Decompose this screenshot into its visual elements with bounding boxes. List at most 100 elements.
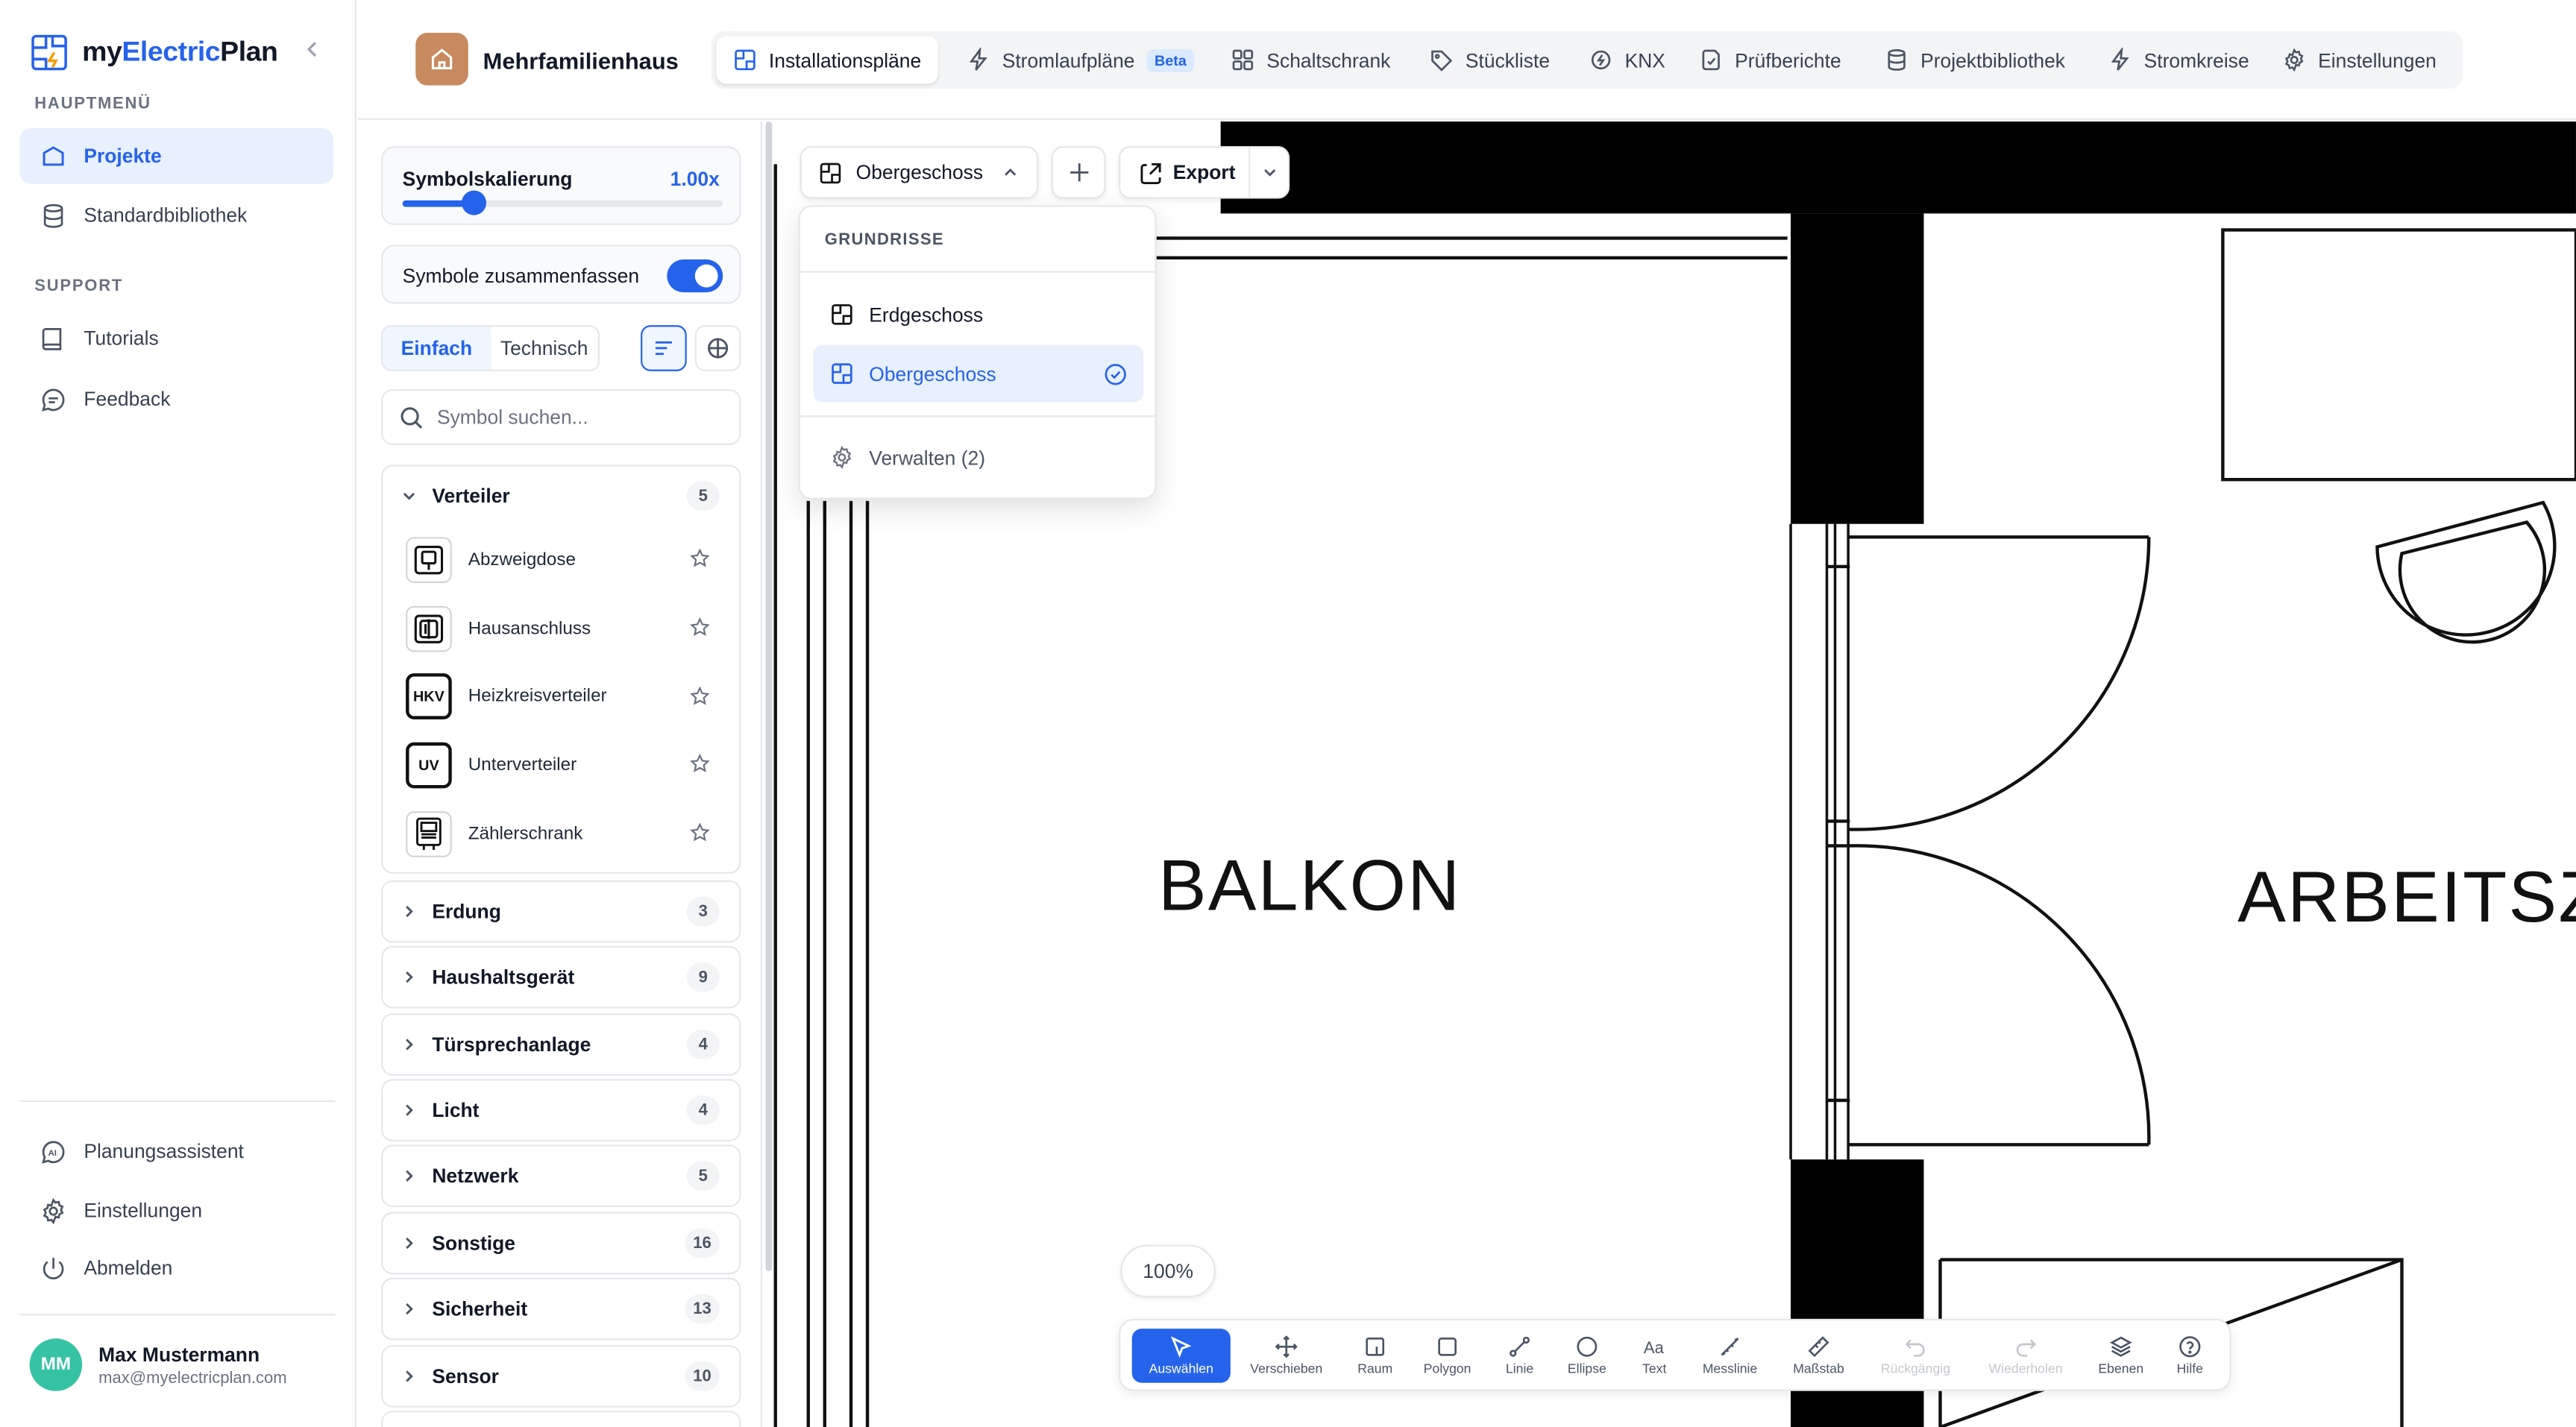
tab-stromkreise[interactable]: Stromkreise [2091, 36, 2266, 84]
tool-measure-line[interactable]: Messlinie [1694, 1329, 1766, 1383]
hkv-symbol: HKV [406, 674, 452, 720]
star-icon[interactable] [690, 548, 710, 568]
search-input[interactable] [436, 406, 717, 429]
group-count: 5 [686, 1161, 720, 1191]
tab-stueckliste[interactable]: Stückliste [1413, 36, 1566, 84]
group-licht[interactable]: Licht 4 [381, 1079, 741, 1141]
symbol-item-heizkreisverteiler[interactable]: HKV Heizkreisverteiler [383, 663, 739, 731]
tab-pruefberichte[interactable]: Prüfberichte [1683, 36, 1858, 84]
floor-option-obergeschoss[interactable]: Obergeschoss [813, 344, 1144, 403]
junction-box-icon [406, 537, 452, 583]
gear-icon [2284, 48, 2304, 72]
mode-technical-button[interactable]: Technisch [491, 327, 598, 369]
tab-knx[interactable]: KNX [1572, 36, 1682, 84]
collapse-sidebar-icon[interactable] [301, 38, 324, 61]
symbol-item-zaehlerschrank[interactable]: Zählerschrank [383, 800, 739, 869]
gear-icon [832, 445, 852, 470]
tool-ellipse[interactable]: Ellipse [1557, 1329, 1616, 1383]
group-sonstige[interactable]: Sonstige 16 [381, 1212, 741, 1275]
symbol-item-hausanschluss[interactable]: Hausanschluss [383, 594, 739, 663]
svg-text:AI: AI [48, 1148, 57, 1157]
dropdown-heading: GRUNDRISSE [824, 231, 944, 250]
group-header[interactable]: Verteiler 5 [383, 467, 739, 526]
group-sicherheit[interactable]: Sicherheit 13 [381, 1277, 741, 1341]
symbol-search[interactable] [381, 389, 741, 445]
tab-schaltschrank[interactable]: Schaltschrank [1214, 36, 1407, 84]
star-icon[interactable] [690, 754, 710, 774]
tool-text[interactable]: Aa Text [1628, 1329, 1680, 1383]
database-icon [43, 203, 63, 227]
user-profile[interactable]: MM Max Mustermann max@myelectricplan.com [29, 1338, 287, 1391]
tab-projektbibliothek[interactable]: Projektbibliothek [1868, 36, 2082, 84]
group-tuersprechanlage[interactable]: Türsprechanlage 4 [381, 1013, 741, 1076]
tab-einstellungen[interactable]: Einstellungen [2266, 36, 2453, 84]
tool-help[interactable]: Hilfe [2165, 1329, 2214, 1383]
folder-icon [43, 145, 64, 166]
tool-move[interactable]: Verschieben [1239, 1329, 1334, 1383]
manage-floors-item[interactable]: Verwalten (2) [813, 429, 1143, 486]
group-count: 4 [686, 1030, 720, 1059]
symbol-label: Heizkreisverteiler [468, 687, 607, 708]
tool-undo[interactable]: Rückgängig [1871, 1329, 1960, 1383]
export-options-button[interactable] [1251, 164, 1288, 180]
floor-option-erdgeschoss[interactable]: Erdgeschoss [813, 286, 1143, 343]
symbol-item-abzweigdose[interactable]: Abzweigdose [383, 526, 739, 594]
sidebar-item-projekte[interactable]: Projekte [19, 127, 334, 184]
sidebar-item-standardbibliothek[interactable]: Standardbibliothek [19, 187, 333, 243]
group-partial [381, 1411, 741, 1427]
add-floor-button[interactable] [1051, 146, 1106, 199]
export-group: Export [1119, 146, 1290, 199]
tool-room[interactable]: Raum [1347, 1329, 1403, 1383]
sidebar-item-planungsassistent[interactable]: AI Planungsassistent [19, 1124, 333, 1179]
tool-layers[interactable]: Ebenen [2091, 1329, 2150, 1383]
symbol-item-unterverteiler[interactable]: UV Unterverteiler [383, 731, 739, 800]
floor-select[interactable]: Obergeschoss [799, 146, 1039, 199]
toggle-knob [694, 264, 718, 288]
sidebar-item-feedback[interactable]: Feedback [19, 371, 333, 427]
zoom-level[interactable]: 100% [1120, 1244, 1216, 1298]
house-connection-icon [406, 605, 452, 652]
group-sensor[interactable]: Sensor 10 [381, 1345, 741, 1408]
mode-simple-button[interactable]: Einfach [383, 327, 491, 370]
tool-polygon[interactable]: Polygon [1416, 1329, 1479, 1383]
sidebar-item-tutorials[interactable]: Tutorials [19, 310, 333, 366]
sidebar-item-label: Abmelden [84, 1256, 173, 1279]
slider-handle[interactable] [461, 190, 486, 215]
panel-scrollbar[interactable] [765, 122, 773, 1271]
tool-redo[interactable]: Wiederholen [1978, 1329, 2073, 1383]
star-icon[interactable] [690, 617, 710, 637]
list-view-button[interactable] [641, 325, 687, 371]
group-verteiler: Verteiler 5 Abzweigdose Hausanschluss HK… [381, 464, 741, 874]
group-name: Sicherheit [432, 1297, 528, 1321]
sidebar-item-abmelden[interactable]: Abmelden [19, 1240, 333, 1296]
tool-label: Rückgängig [1880, 1361, 1950, 1376]
tool-scale[interactable]: Maßstab [1784, 1329, 1853, 1383]
scale-slider[interactable] [402, 190, 723, 215]
divider [799, 415, 1155, 418]
group-haushaltsgeraet[interactable]: Haushaltsgerät 9 [381, 945, 741, 1009]
uv-symbol: UV [406, 743, 452, 789]
grid-view-button[interactable] [694, 325, 741, 371]
tool-select[interactable]: Auswählen [1131, 1329, 1231, 1383]
tab-installationsplaene[interactable]: Installationspläne [716, 36, 938, 84]
star-icon[interactable] [690, 685, 710, 705]
tab-label: Schaltschrank [1266, 48, 1391, 72]
tab-stromlaufplaene[interactable]: Stromlaufpläne Beta [949, 36, 1211, 84]
combine-toggle[interactable] [667, 259, 723, 293]
export-button[interactable]: Export [1120, 148, 1251, 198]
gear-icon [43, 1197, 64, 1224]
group-erdung[interactable]: Erdung 3 [381, 880, 741, 943]
brand[interactable]: myElectricPlan [30, 33, 278, 72]
manage-floors-label: Verwalten (2) [869, 446, 986, 469]
group-netzwerk[interactable]: Netzwerk 5 [381, 1144, 741, 1208]
scale-value: 1.00x [670, 167, 720, 191]
sidebar-item-einstellungen[interactable]: Einstellungen [19, 1182, 333, 1238]
measure-icon [1721, 1338, 1739, 1356]
tool-line[interactable]: Linie [1492, 1329, 1548, 1383]
project-name: Mehrfamilienhaus [483, 47, 679, 75]
floorplan-icon [832, 363, 852, 384]
tab-label: Prüfberichte [1735, 48, 1841, 72]
star-icon[interactable] [690, 823, 710, 842]
chevron-right-icon [406, 1039, 413, 1050]
section-heading-support: SUPPORT [34, 277, 124, 296]
